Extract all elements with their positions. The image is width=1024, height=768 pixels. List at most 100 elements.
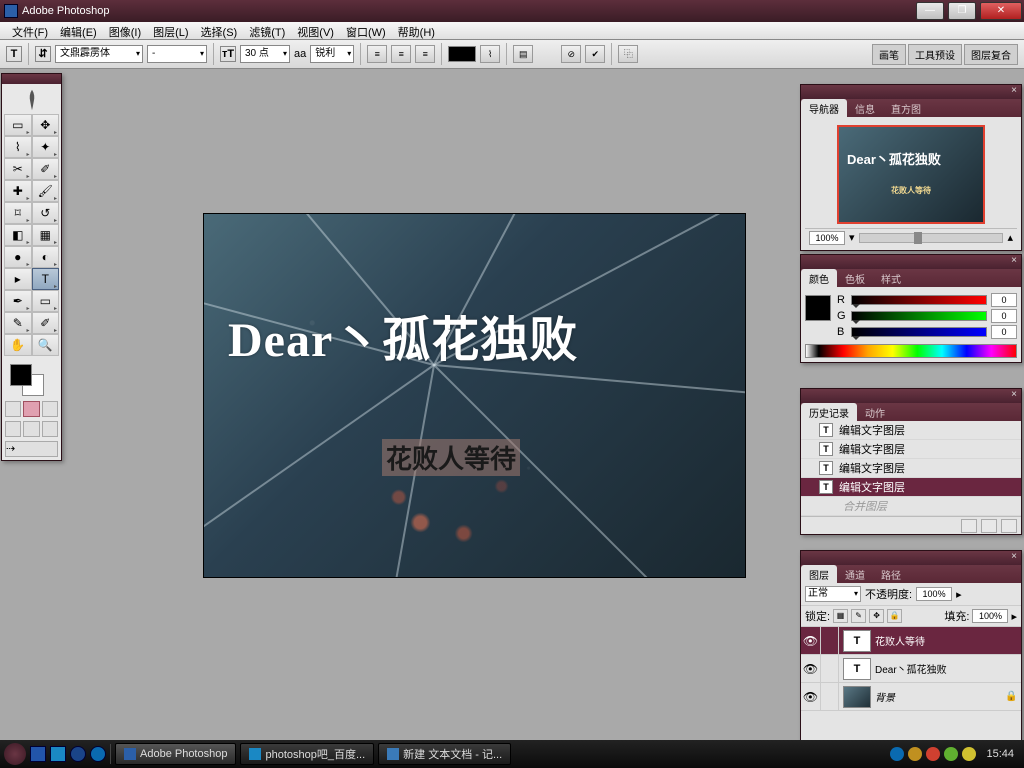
tab-styles[interactable]: 样式 [873,269,909,287]
text-orientation-button[interactable]: ⇵ [35,46,51,62]
tab-paths[interactable]: 路径 [873,565,909,583]
text-color-swatch[interactable] [448,46,476,62]
tray-icon[interactable] [890,747,904,761]
palettes-button[interactable]: ▤ [513,45,533,63]
history-item[interactable]: T编辑文字图层 [801,421,1021,440]
tab-info[interactable]: 信息 [847,99,883,117]
history-item[interactable]: T编辑文字图层 [801,440,1021,459]
slice-tool[interactable]: ✐ [32,158,60,180]
font-style-dropdown[interactable]: - [147,45,207,63]
fill-input[interactable] [972,609,1008,623]
tab-channels[interactable]: 通道 [837,565,873,583]
color-picker[interactable] [4,360,59,398]
link-cell[interactable] [821,683,839,710]
menu-image[interactable]: 图像(I) [103,22,147,39]
history-delete-button[interactable] [1001,519,1017,533]
panel-close-icon[interactable]: × [1007,85,1021,99]
tab-history[interactable]: 历史记录 [801,403,857,421]
panel-close-icon[interactable]: × [1007,255,1021,269]
tab-layers[interactable]: 图层 [801,565,837,583]
history-new-button[interactable] [981,519,997,533]
tab-color[interactable]: 颜色 [801,269,837,287]
history-brush-tool[interactable]: ↺ [32,202,60,224]
tool-indicator-text[interactable]: T [6,46,22,62]
history-item-future[interactable]: 合并图层 [801,497,1021,516]
blur-tool[interactable]: ● [4,246,32,268]
opacity-flyout-icon[interactable]: ▸ [956,588,962,601]
notes-tool[interactable]: ✎ [4,312,32,334]
tray-icon[interactable] [908,747,922,761]
zoom-input[interactable] [809,231,845,245]
warp-text-button[interactable]: ⌇ [480,45,500,63]
r-input[interactable] [991,293,1017,307]
opacity-input[interactable] [916,587,952,601]
palette-drag-handle[interactable] [2,74,61,84]
panel-close-icon[interactable]: × [1007,389,1021,403]
ws-tab-presets[interactable]: 工具预设 [908,44,962,65]
task-browser[interactable]: photoshop吧_百度... [240,743,374,765]
color-current-swatch[interactable] [805,295,831,321]
tray-icon[interactable] [962,747,976,761]
path-select-tool[interactable]: ▸ [4,268,32,290]
font-family-dropdown[interactable]: 文鼎霹雳体 [55,45,143,63]
lasso-tool[interactable]: ⌇ [4,136,32,158]
menu-help[interactable]: 帮助(H) [392,22,441,39]
b-input[interactable] [991,325,1017,339]
task-notepad[interactable]: 新建 文本文档 - 记... [378,743,511,765]
move-tool[interactable]: ✥ [32,114,60,136]
type-tool[interactable]: T [32,268,60,290]
zoom-slider[interactable] [859,233,1004,243]
close-button[interactable]: ✕ [980,2,1022,20]
heal-tool[interactable]: ✚ [4,180,32,202]
history-item-current[interactable]: T编辑文字图层 [801,478,1021,497]
quickmask-button[interactable] [23,401,39,417]
lock-transparency-button[interactable]: ▦ [833,609,848,623]
marquee-tool[interactable]: ▭ [4,114,32,136]
history-item[interactable]: T编辑文字图层 [801,459,1021,478]
menu-layer[interactable]: 图层(L) [147,22,194,39]
ws-tab-brushes[interactable]: 画笔 [872,44,906,65]
foreground-color[interactable] [10,364,32,386]
pen-tool[interactable]: ✒ [4,290,32,312]
taskbar-clock[interactable]: 15:44 [980,748,1020,760]
zoom-tool[interactable]: 🔍 [32,334,60,356]
menu-file[interactable]: 文件(F) [6,22,54,39]
tray-icon[interactable] [926,747,940,761]
lock-position-button[interactable]: ✥ [869,609,884,623]
screen-std-button[interactable] [5,421,21,437]
visibility-icon[interactable]: 👁 [801,627,821,654]
align-left-button[interactable]: ≡ [367,45,387,63]
link-cell[interactable] [821,627,839,654]
task-photoshop[interactable]: Adobe Photoshop [115,743,236,765]
layer-row[interactable]: 👁 T 花败人等待 [801,627,1021,655]
screen-mode-button[interactable] [42,401,58,417]
gradient-tool[interactable]: ▦ [32,224,60,246]
color-ramp[interactable] [805,344,1017,358]
canvas-text-2[interactable]: 花败人等待 [382,439,520,476]
quicklaunch-icon[interactable] [50,746,66,762]
commit-edit-button[interactable]: ✔ [585,45,605,63]
menu-select[interactable]: 选择(S) [195,22,244,39]
r-slider[interactable] [851,295,987,305]
align-center-button[interactable]: ≡ [391,45,411,63]
eyedropper-tool[interactable]: ✐ [32,312,60,334]
ws-tab-comps[interactable]: 图层复合 [964,44,1018,65]
wand-tool[interactable]: ✦ [32,136,60,158]
menu-window[interactable]: 窗口(W) [340,22,392,39]
document-canvas[interactable]: Dear丶孤花独败 花败人等待 [204,214,745,577]
maximize-button[interactable]: ❐ [948,2,976,20]
stamp-tool[interactable]: ⌑ [4,202,32,224]
tab-navigator[interactable]: 导航器 [801,99,847,117]
navigator-thumbnail[interactable]: Dear丶孤花独败 花败人等待 [837,125,985,224]
tab-actions[interactable]: 动作 [857,403,893,421]
layer-name[interactable]: Dear丶孤花独败 [875,661,1021,676]
standard-mode-button[interactable] [5,401,21,417]
tab-histogram[interactable]: 直方图 [883,99,929,117]
visibility-icon[interactable]: 👁 [801,683,821,710]
layer-name[interactable]: 背景 [875,689,1005,704]
shape-tool[interactable]: ▭ [32,290,60,312]
visibility-icon[interactable]: 👁 [801,655,821,682]
bridge-button[interactable]: ⿻ [618,45,638,63]
zoom-out-icon[interactable]: ▾ [849,231,855,244]
menu-view[interactable]: 视图(V) [291,22,340,39]
